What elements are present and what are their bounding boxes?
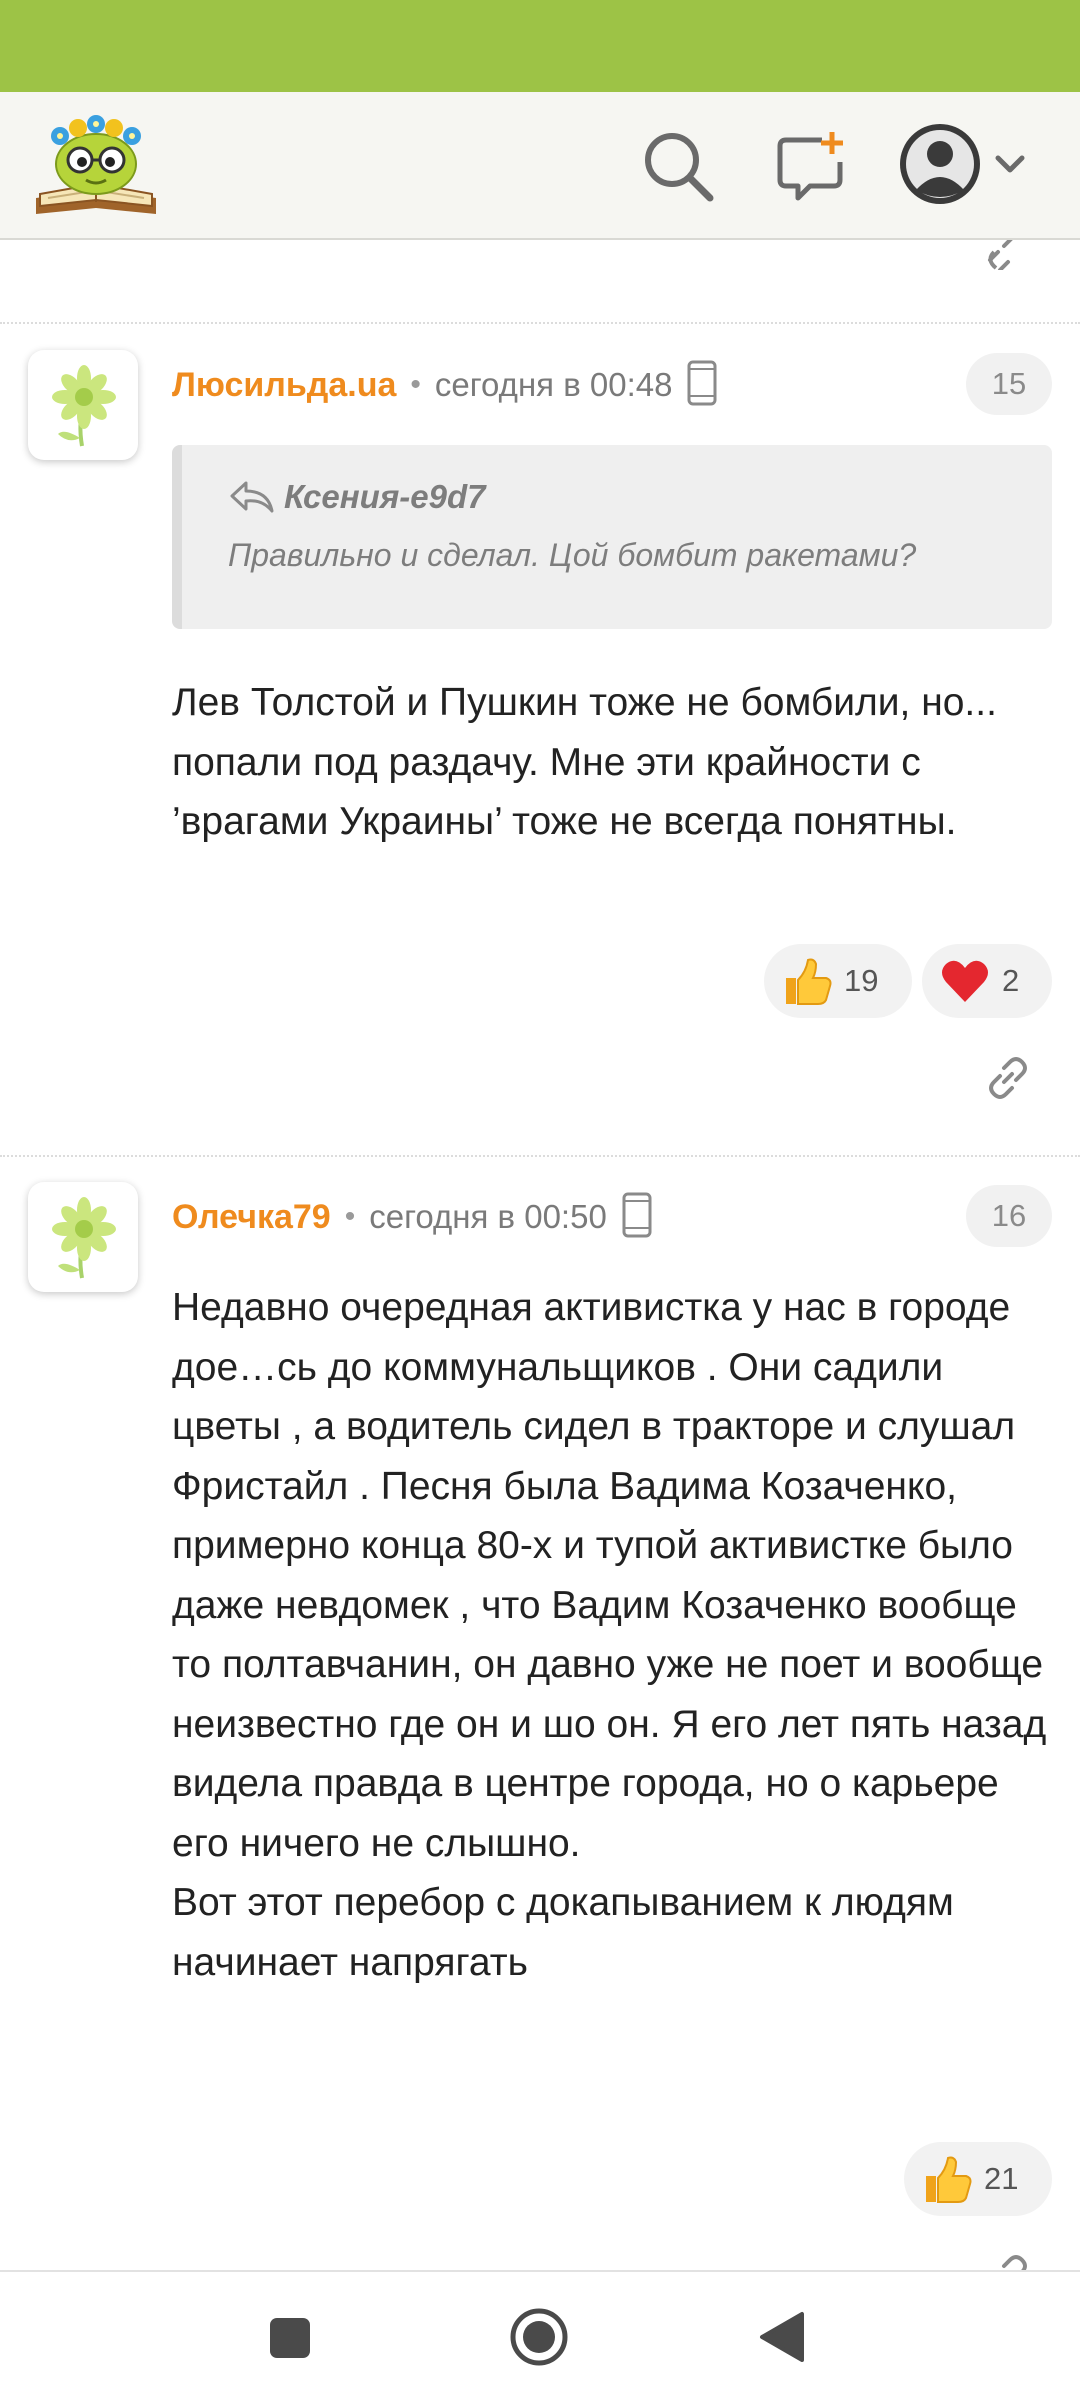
reaction-like[interactable]: 19 <box>764 944 912 1018</box>
thumbs-up-icon <box>786 958 832 1005</box>
comment-text: Лев Толстой и Пушкин тоже не бомбили, но… <box>172 681 1008 843</box>
comment-number-badge[interactable]: 16 <box>966 1185 1052 1247</box>
comment-date: сегодня в 00:48 <box>434 366 673 403</box>
search-icon <box>645 133 714 202</box>
reaction-heart[interactable]: 2 <box>922 944 1052 1018</box>
comment-author-avatar[interactable] <box>28 1182 138 1292</box>
reaction-like[interactable]: 21 <box>904 2142 1052 2216</box>
mobile-device-icon <box>686 360 718 411</box>
recents-button[interactable] <box>266 2314 314 2362</box>
comment-author[interactable]: Люсильда.ua <box>172 366 396 405</box>
new-post-button[interactable] <box>774 128 850 204</box>
user-avatar-icon <box>900 124 980 204</box>
reaction-count: 21 <box>984 2161 1019 2196</box>
user-menu-button[interactable] <box>898 120 1038 210</box>
chevron-down-icon <box>995 155 1025 173</box>
link-icon[interactable] <box>982 2250 1034 2270</box>
system-navigation-bar <box>0 2270 1080 2400</box>
link-icon[interactable] <box>982 240 1032 270</box>
comment-divider <box>0 322 1080 324</box>
square-recents-icon <box>270 2318 310 2358</box>
flower-avatar-icon <box>52 365 116 447</box>
quote-text: Правильно и сделал. Цой бомбит ракетами? <box>228 537 917 573</box>
comment-author[interactable]: Олечка79 <box>172 1198 331 1237</box>
separator-dot: • <box>344 1200 356 1233</box>
flower-avatar-icon <box>52 1197 116 1279</box>
quote-author: Ксения-e9d7 <box>284 478 486 515</box>
comments-feed[interactable]: Люсильда.ua • сегодня в 00:48 15 Ксения-… <box>0 240 1080 2270</box>
back-button[interactable] <box>756 2310 806 2364</box>
link-icon[interactable] <box>982 1052 1034 1104</box>
heart-icon <box>942 960 988 1002</box>
search-button[interactable] <box>640 128 716 204</box>
separator-dot: • <box>410 368 421 401</box>
reaction-count: 19 <box>844 963 879 998</box>
triangle-back-icon <box>760 2312 804 2362</box>
mobile-device-icon <box>621 1192 653 1243</box>
comment-divider <box>0 1155 1080 1157</box>
comment-text: Недавно очередная активистка у нас в гор… <box>172 1286 1047 1984</box>
top-app-bar <box>0 92 1080 240</box>
status-bar <box>0 0 1080 92</box>
quote-author-line: Ксения-e9d7 <box>228 475 1052 519</box>
comment-header: Люсильда.ua • сегодня в 00:48 <box>172 357 718 413</box>
site-logo[interactable] <box>30 110 162 222</box>
comment-header: Олечка79 • сегодня в 00:50 <box>172 1189 653 1245</box>
quoted-reply[interactable]: Ксения-e9d7 Правильно и сделал. Цой бомб… <box>172 445 1052 629</box>
new-message-icon <box>777 132 843 201</box>
home-button[interactable] <box>508 2306 570 2368</box>
reaction-count: 2 <box>1002 963 1020 998</box>
reply-arrow-icon <box>230 481 274 513</box>
thumbs-up-icon <box>926 2156 972 2203</box>
comment-author-avatar[interactable] <box>28 350 138 460</box>
comment-number-badge[interactable]: 15 <box>966 353 1052 415</box>
circle-home-icon <box>510 2308 568 2366</box>
comment-date: сегодня в 00:50 <box>369 1198 607 1235</box>
